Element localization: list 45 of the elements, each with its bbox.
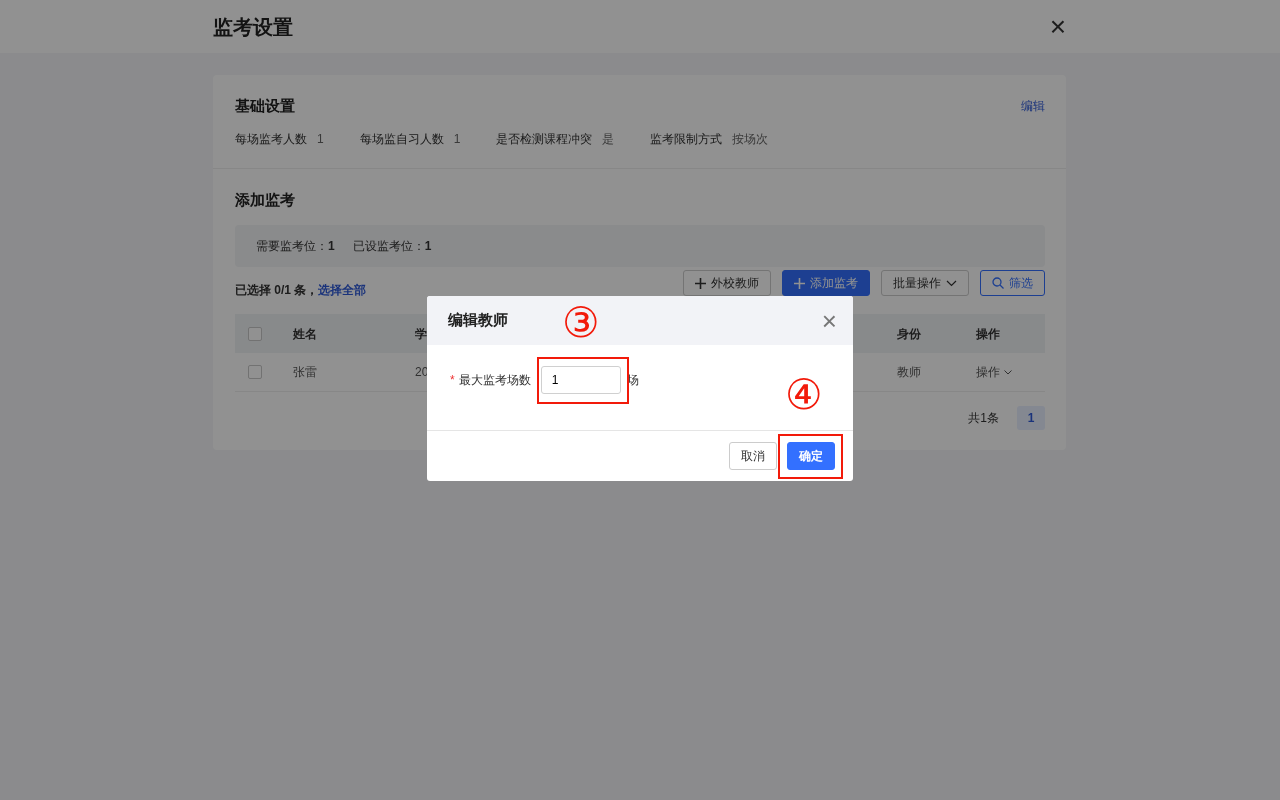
column-header: 姓名 bbox=[280, 314, 402, 353]
column-header: 操作 bbox=[963, 314, 1045, 353]
setting-value: 按场次 bbox=[732, 131, 769, 146]
setting-value: 1 bbox=[453, 131, 461, 146]
unit-label: 场 bbox=[626, 371, 639, 389]
total-count: 共1条 bbox=[968, 410, 999, 427]
stat-label: 已设监考位： bbox=[352, 239, 425, 253]
setting-value: 是 bbox=[602, 131, 615, 146]
edit-link[interactable]: 编辑 bbox=[1021, 97, 1045, 116]
required-mark: * bbox=[450, 372, 455, 387]
close-button[interactable]: × bbox=[1049, 12, 1066, 41]
toolbar-button[interactable]: 筛选 bbox=[980, 270, 1045, 296]
page-button[interactable]: 1 bbox=[1017, 406, 1045, 430]
table-cell: 教师 bbox=[884, 353, 963, 392]
stat-value: 1 bbox=[424, 239, 432, 253]
select-all-link[interactable]: 选择全部 bbox=[318, 283, 367, 297]
column-header: 身份 bbox=[884, 314, 963, 353]
page-title: 监考设置 bbox=[213, 14, 293, 40]
checkbox[interactable] bbox=[248, 365, 262, 379]
table-cell: 张雷 bbox=[280, 353, 402, 392]
row-action-menu[interactable]: 操作 bbox=[976, 363, 1012, 381]
setting-label: 每场监考人数 bbox=[235, 131, 307, 146]
confirm-button[interactable]: 确定 bbox=[787, 442, 835, 470]
toolbar-button[interactable]: 添加监考 bbox=[782, 270, 870, 296]
checkbox[interactable] bbox=[248, 326, 262, 341]
setting-value: 1 bbox=[317, 131, 324, 146]
highlight-frame bbox=[778, 434, 843, 479]
plus-icon bbox=[794, 277, 805, 289]
caret-icon bbox=[1004, 369, 1012, 375]
toolbar-button[interactable]: 外校教师 bbox=[683, 270, 771, 296]
setting-label: 监考限制方式 bbox=[650, 131, 723, 146]
stat-label: 需要监考位： bbox=[256, 239, 328, 253]
section-title: 添加监考 bbox=[235, 189, 296, 210]
section-title: 基础设置 bbox=[235, 96, 295, 116]
caret-icon bbox=[946, 279, 957, 287]
selection-text: 已选择 0/1 条，选择全部 bbox=[235, 282, 367, 299]
cancel-button[interactable]: 取消 bbox=[729, 442, 777, 470]
toolbar-button[interactable]: 批量操作 bbox=[881, 270, 969, 296]
field-label: 最大监考场数 bbox=[458, 372, 531, 387]
search-icon bbox=[992, 277, 1004, 289]
stat-value: 1 bbox=[328, 239, 335, 253]
number-input[interactable]: 1 bbox=[540, 365, 621, 394]
setting-label: 是否检测课程冲突 bbox=[496, 131, 593, 146]
setting-label: 每场监自习人数 bbox=[359, 131, 444, 146]
plus-icon bbox=[695, 277, 706, 289]
